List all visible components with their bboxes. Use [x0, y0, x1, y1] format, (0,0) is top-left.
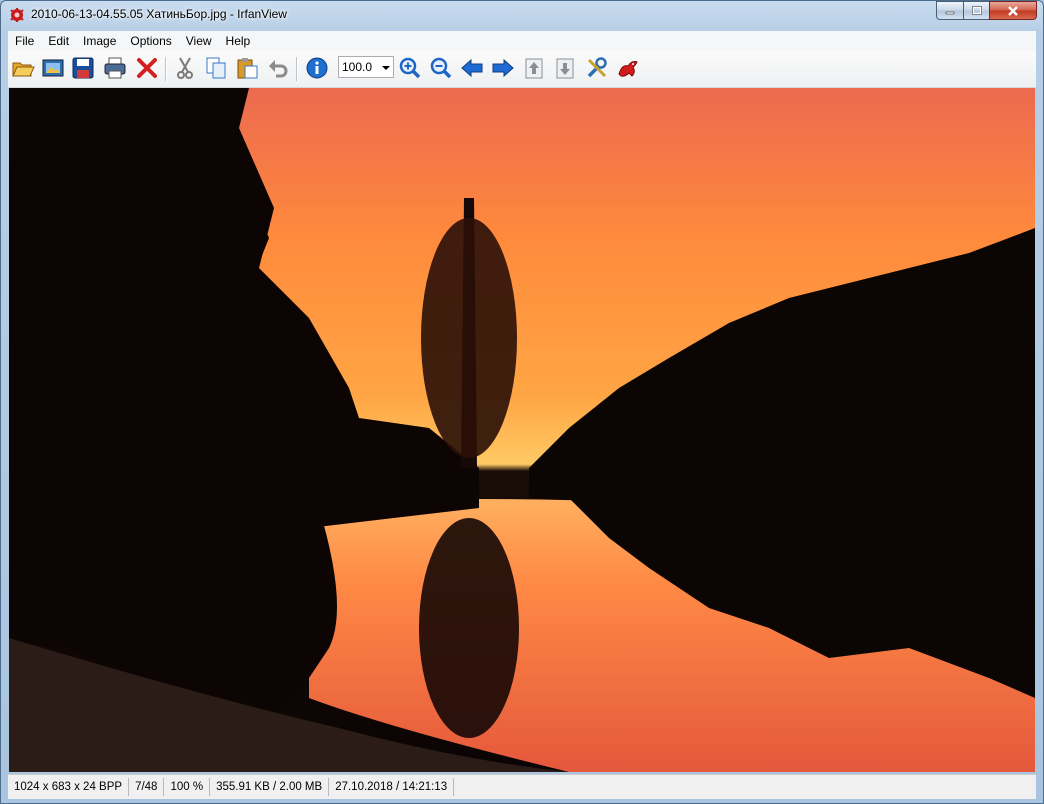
slideshow-icon — [42, 59, 64, 77]
maximize-button[interactable] — [963, 1, 989, 20]
info-icon — [306, 57, 328, 79]
minimize-button[interactable] — [936, 1, 963, 20]
about-button[interactable] — [615, 55, 641, 81]
cut-icon — [177, 57, 193, 79]
irfanview-window: 2010-06-13-04.55.05 ХатиньБор.jpg - Irfa… — [0, 0, 1044, 804]
first-page-icon — [525, 58, 543, 79]
undo-button[interactable] — [265, 55, 291, 81]
delete-icon — [137, 58, 157, 78]
toolbar-separator — [165, 57, 167, 81]
print-icon — [104, 57, 126, 79]
status-bar: 1024 x 683 x 24 BPP 7/48 100 % 355.91 KB… — [8, 774, 1036, 799]
displayed-photo — [9, 88, 1035, 772]
undo-icon — [269, 60, 288, 78]
close-button[interactable] — [989, 1, 1037, 20]
maximize-icon — [971, 5, 982, 15]
print-button[interactable] — [102, 55, 128, 81]
next-icon — [492, 58, 514, 78]
open-icon — [12, 62, 35, 77]
window-title: 2010-06-13-04.55.05 ХатиньБор.jpg - Irfa… — [31, 7, 287, 21]
status-index: 7/48 — [129, 778, 165, 796]
zoom-out-button[interactable] — [428, 55, 454, 81]
previous-icon — [461, 58, 483, 78]
copy-button[interactable] — [203, 55, 229, 81]
copy-icon — [206, 57, 226, 79]
menu-image[interactable]: Image — [76, 34, 123, 48]
menu-options[interactable]: Options — [123, 34, 178, 48]
toolbar: 100.0 — [8, 51, 1036, 88]
open-button[interactable] — [10, 55, 36, 81]
status-dimensions: 1024 x 683 x 24 BPP — [8, 778, 130, 796]
cut-button[interactable] — [172, 55, 198, 81]
title-bar[interactable]: 2010-06-13-04.55.05 ХатиньБор.jpg - Irfa… — [1, 1, 1043, 29]
about-icon — [618, 61, 638, 77]
paste-button[interactable] — [234, 55, 260, 81]
menu-view[interactable]: View — [179, 34, 219, 48]
image-viewport[interactable] — [9, 88, 1035, 772]
chevron-down-icon[interactable] — [382, 66, 390, 70]
save-button[interactable] — [70, 55, 96, 81]
status-datetime: 27.10.2018 / 14:21:13 — [329, 778, 455, 796]
toolbar-separator — [296, 57, 298, 81]
zoom-out-icon — [430, 57, 452, 79]
close-icon — [1008, 5, 1018, 16]
status-zoom: 100 % — [164, 778, 211, 796]
delete-button[interactable] — [134, 55, 160, 81]
menu-edit[interactable]: Edit — [41, 34, 76, 48]
save-icon — [72, 57, 94, 79]
info-button[interactable] — [304, 55, 330, 81]
settings-button[interactable] — [584, 55, 610, 81]
zoom-in-button[interactable] — [397, 55, 423, 81]
window-controls — [936, 1, 1037, 21]
irfanview-cat-icon — [9, 7, 25, 23]
zoom-value: 100.0 — [342, 60, 373, 74]
menu-file[interactable]: File — [8, 34, 41, 48]
settings-icon — [587, 57, 607, 78]
previous-button[interactable] — [459, 55, 485, 81]
slideshow-button[interactable] — [40, 55, 66, 81]
first-page-button[interactable] — [521, 55, 547, 81]
minimize-icon — [945, 11, 955, 14]
last-page-icon — [556, 58, 574, 79]
paste-icon — [237, 58, 258, 79]
next-button[interactable] — [490, 55, 516, 81]
last-page-button[interactable] — [552, 55, 578, 81]
menu-bar: File Edit Image Options View Help — [8, 31, 1036, 51]
zoom-combobox[interactable]: 100.0 — [338, 56, 394, 78]
status-size: 355.91 KB / 2.00 MB — [210, 778, 330, 796]
menu-help[interactable]: Help — [219, 34, 258, 48]
zoom-in-icon — [399, 57, 421, 79]
